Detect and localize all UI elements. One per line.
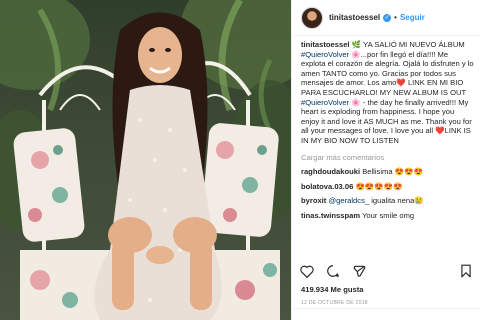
comment-text: igualita nena😢	[371, 196, 424, 206]
comment-username[interactable]: byroxit	[301, 196, 326, 205]
comment-username[interactable]: bolatova.03.06	[301, 182, 353, 191]
verified-badge-icon: ✓	[383, 13, 392, 22]
comment-text: Your smile omg	[362, 210, 415, 220]
comment-row: tinas.twinsspam Your smile omg	[301, 211, 474, 221]
post-date[interactable]: 12 DE OCTUBRE DE 2018	[301, 300, 368, 306]
comment-row: raghdoudakouki Bellisima 😍😍😍	[301, 167, 474, 177]
post-actions	[299, 262, 474, 280]
caption-text-part1: 🌿 YA SALIÓ MI NUEVO ÁLBUM	[351, 40, 465, 49]
comment-icon[interactable]	[325, 263, 341, 279]
comment-mention[interactable]: @geraldcs_	[328, 196, 369, 205]
caption-username[interactable]: tinitastoessel	[301, 40, 350, 49]
comment-text: Bellisima 😍😍😍	[362, 167, 424, 177]
comment-text: 😍😍😍😍😍	[355, 181, 403, 191]
post-side-panel: tinitastoessel ✓ • Seguir tinitastoessel…	[293, 0, 480, 320]
likes-count[interactable]: 419.934 Me gusta	[301, 285, 363, 294]
likes-text: 419.934 Me gusta	[301, 285, 364, 294]
comment-username[interactable]: tinas.twinsspam	[301, 211, 360, 220]
divider	[293, 308, 480, 309]
load-more-comments-link[interactable]: Cargar más comentarios	[301, 153, 474, 163]
comment-row: bolatova.03.06 😍😍😍😍😍	[301, 182, 474, 192]
bookmark-icon[interactable]	[458, 263, 474, 279]
caption-hashtag-1[interactable]: #QuieroVolver	[301, 50, 349, 59]
share-icon[interactable]	[351, 263, 367, 279]
follow-button[interactable]: Seguir	[400, 13, 425, 22]
comment-username[interactable]: raghdoudakouki	[301, 167, 360, 176]
post-header: tinitastoessel ✓ • Seguir	[293, 0, 480, 36]
avatar[interactable]	[301, 6, 323, 29]
post-photo[interactable]	[0, 0, 292, 320]
post-photo-illustration	[0, 0, 291, 320]
header-separator: •	[394, 13, 397, 22]
header-username[interactable]: tinitastoessel	[329, 13, 380, 22]
heart-icon[interactable]	[299, 263, 315, 279]
comments-section: tinitastoessel 🌿 YA SALIÓ MI NUEVO ÁLBUM…	[301, 40, 474, 221]
comment-row: byroxit @geraldcs_ igualita nena😢	[301, 196, 474, 206]
post-caption: tinitastoessel 🌿 YA SALIÓ MI NUEVO ÁLBUM…	[301, 40, 474, 146]
caption-hashtag-2[interactable]: #QuieroVolver	[301, 98, 349, 107]
